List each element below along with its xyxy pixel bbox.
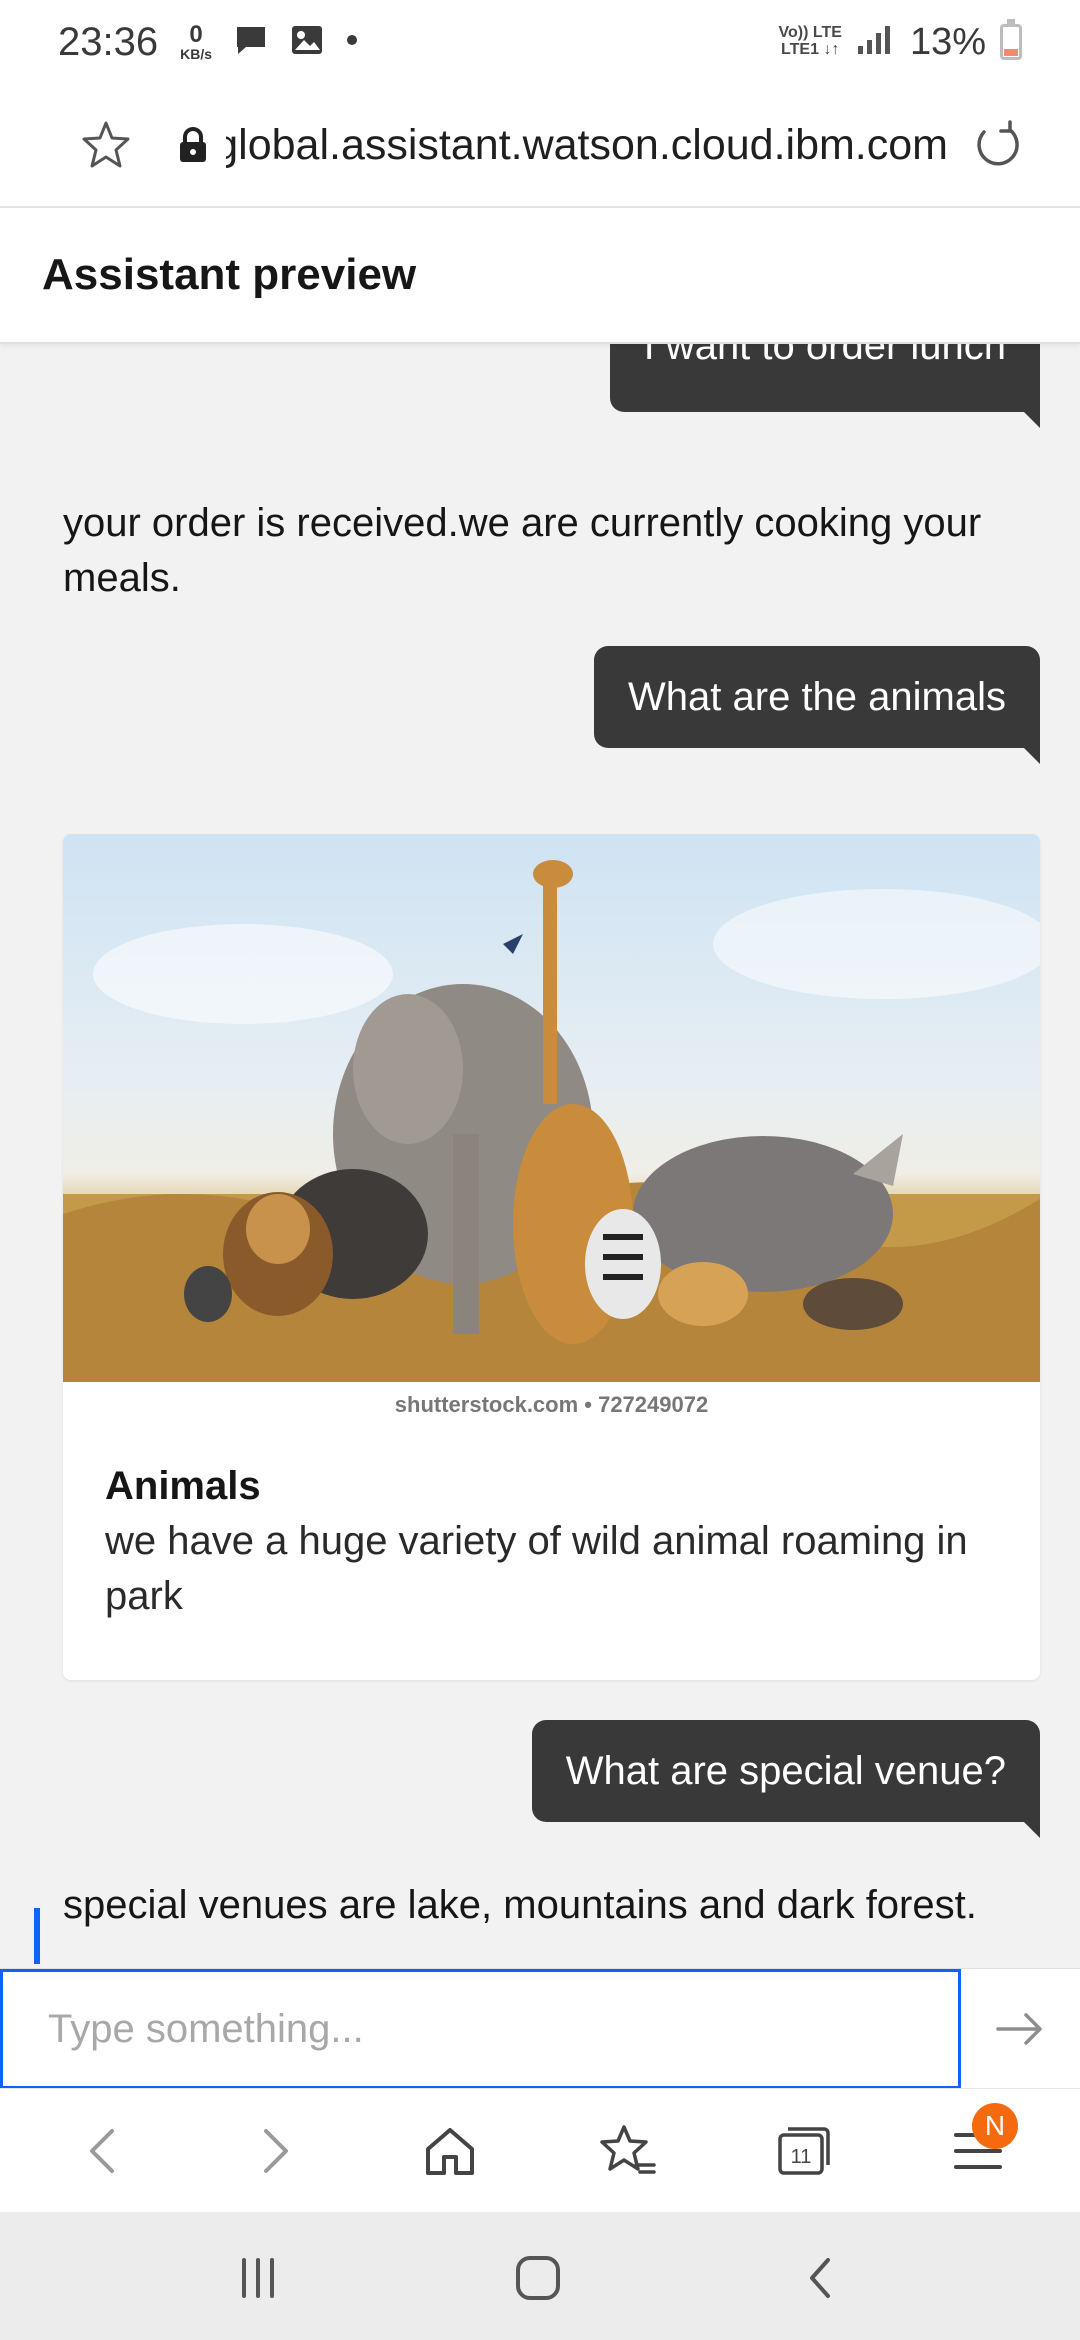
menu-badge: N [972, 2103, 1018, 2149]
svg-text:11: 11 [791, 2146, 812, 2168]
user-message: What are the animals [594, 646, 1040, 764]
user-message-text: What are the animals [628, 674, 1006, 719]
browser-toolbar: 11 N [0, 2088, 1080, 2212]
url-text[interactable]: global.assistant.watson.cloud.ibm.com [226, 121, 948, 170]
user-message: I want to order lunch [609, 344, 1041, 428]
lock-icon [178, 127, 208, 163]
signal-icon [856, 24, 896, 61]
message-input[interactable] [0, 1969, 961, 2089]
animals-image [63, 834, 1040, 1382]
refresh-icon[interactable] [970, 118, 1024, 172]
status-bar: 23:36 0 KB/s Vo)) LTE LTE1 ↓↑ 13% [0, 0, 1080, 84]
user-message: What are special venue? [531, 1720, 1041, 1838]
user-message-text: What are special venue? [565, 1748, 1006, 1793]
network-label: Vo)) LTE LTE1 ↓↑ [778, 24, 842, 59]
message-icon [234, 24, 268, 61]
forward-arrow-icon[interactable] [244, 2119, 308, 2183]
bot-message: your order is received.we are currently … [63, 501, 982, 600]
network-label-bottom: LTE1 ↓↑ [781, 41, 840, 58]
status-left: 23:36 0 KB/s [58, 20, 358, 65]
back-arrow-icon[interactable] [70, 2119, 134, 2183]
chat-transcript[interactable]: I want to order lunch your order is rece… [0, 344, 1080, 1968]
recents-icon[interactable] [228, 2250, 288, 2306]
data-rate: 0 KB/s [180, 21, 213, 62]
focus-indicator [34, 1908, 40, 1964]
card-description: we have a huge variety of wild animal ro… [105, 1519, 968, 1618]
home-icon[interactable] [418, 2119, 482, 2183]
gallery-icon [290, 24, 324, 61]
tabs-icon[interactable]: 11 [772, 2119, 836, 2183]
card-title: Animals [105, 1464, 261, 1508]
input-row [0, 1968, 1080, 2089]
bookmarks-icon[interactable] [596, 2119, 660, 2183]
network-label-top: Vo)) LTE [778, 24, 842, 42]
battery-icon [1000, 19, 1022, 60]
url-bar: global.assistant.watson.cloud.ibm.com [0, 84, 1080, 208]
dot-indicator [346, 33, 358, 51]
send-button[interactable] [990, 2001, 1050, 2057]
home-circle-icon[interactable] [508, 2250, 568, 2306]
user-message-text: I want to order lunch [643, 344, 1006, 368]
page-title: Assistant preview [42, 250, 417, 299]
bot-message: special venues are lake, mountains and d… [63, 1883, 977, 1927]
send-arrow-icon [996, 2013, 1042, 2045]
data-rate-unit: KB/s [180, 46, 213, 62]
battery-percent: 13% [909, 20, 986, 63]
system-nav [0, 2212, 1080, 2340]
image-caption: shutterstock.com • 727249072 [394, 1392, 709, 1417]
status-time: 23:36 [58, 19, 159, 64]
response-card: shutterstock.com • 727249072 Animals we … [63, 834, 1040, 1680]
status-right: Vo)) LTE LTE1 ↓↑ 13% [778, 19, 1022, 64]
data-rate-value: 0 [189, 21, 203, 48]
star-icon[interactable] [78, 117, 134, 173]
assistant-header: Assistant preview [0, 208, 1080, 344]
system-back-icon[interactable] [790, 2250, 850, 2306]
